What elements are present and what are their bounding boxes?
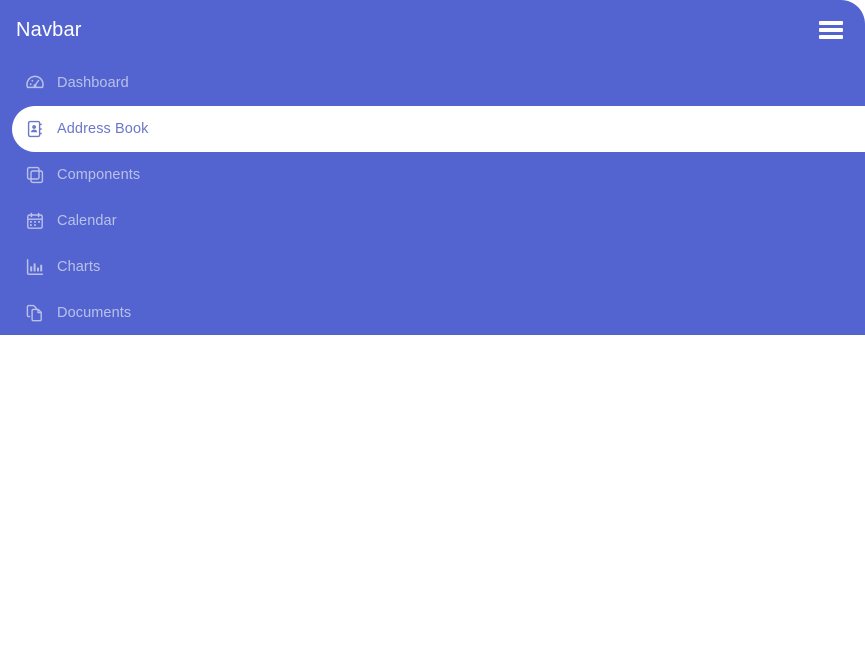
sidebar-item-address-book[interactable]: Address Book <box>12 106 865 152</box>
sidebar-item-label: Components <box>57 167 141 183</box>
sidebar-item-label: Documents <box>57 305 132 321</box>
sidebar-item-label: Address Book <box>57 121 149 137</box>
hamburger-bar-3 <box>819 35 843 39</box>
navbar-panel: Navbar Dashboard Address Book Components… <box>0 0 865 335</box>
hamburger-bar-1 <box>819 21 843 25</box>
sidebar-item-documents[interactable]: Documents <box>0 290 865 336</box>
hamburger-bar-2 <box>819 28 843 32</box>
sidebar-item-label: Charts <box>57 259 101 275</box>
hamburger-icon[interactable] <box>817 17 845 43</box>
address-book-icon <box>26 120 44 138</box>
navbar-header: Navbar <box>0 0 865 60</box>
sidebar-item-dashboard[interactable]: Dashboard <box>0 60 865 106</box>
bar-chart-icon <box>26 258 44 276</box>
tachometer-icon <box>26 74 44 92</box>
calendar-icon <box>26 212 44 230</box>
sidebar-item-calendar[interactable]: Calendar <box>0 198 865 244</box>
sidebar-menu: Dashboard Address Book Components Calend… <box>0 60 865 336</box>
page-content-area <box>0 335 865 655</box>
clone-icon <box>26 166 44 184</box>
copy-files-icon <box>26 304 44 322</box>
page-title: Navbar <box>16 19 82 41</box>
sidebar-item-components[interactable]: Components <box>0 152 865 198</box>
sidebar-item-charts[interactable]: Charts <box>0 244 865 290</box>
sidebar-item-label: Dashboard <box>57 75 129 91</box>
sidebar-item-label: Calendar <box>57 213 117 229</box>
